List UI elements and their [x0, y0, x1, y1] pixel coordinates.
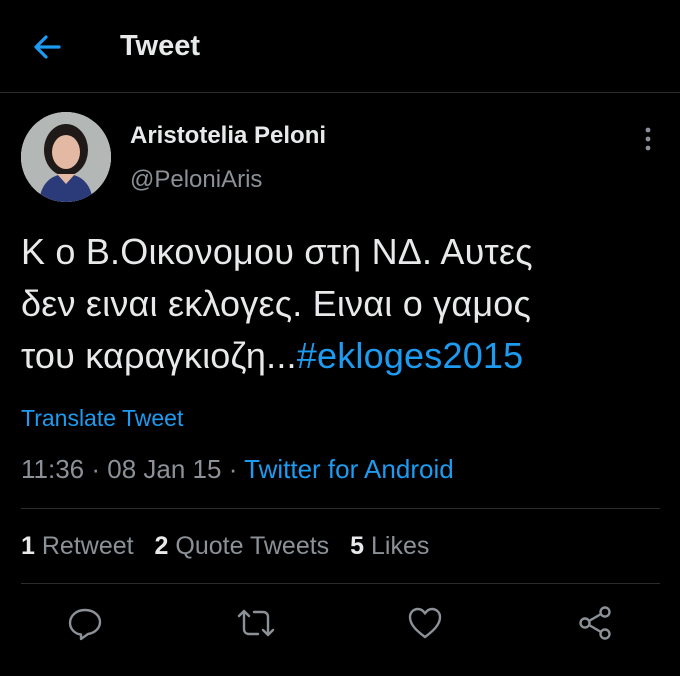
- author-handle[interactable]: @PeloniAris: [130, 166, 262, 194]
- quote-tweets-count[interactable]: 2 Quote Tweets: [155, 532, 330, 560]
- meta-separator: ·: [228, 454, 245, 484]
- retweet-icon: [237, 609, 275, 637]
- avatar[interactable]: [21, 112, 111, 202]
- more-options-button[interactable]: [636, 124, 660, 154]
- tweet-text-line: του καραγκιοζη...: [21, 335, 297, 376]
- divider: [21, 508, 660, 509]
- share-icon: [579, 606, 611, 640]
- tweet-text: Κ ο Β.Οικονομου στη ΝΔ. Αυτες δεν ειναι …: [21, 226, 661, 382]
- tweet-date: 08 Jan 15: [107, 454, 222, 484]
- more-vertical-icon: [645, 127, 651, 151]
- avatar-photo: [21, 112, 111, 202]
- author-name[interactable]: Aristotelia Peloni: [130, 122, 326, 150]
- page-title: Tweet: [120, 30, 201, 62]
- back-button[interactable]: [30, 30, 64, 64]
- like-button[interactable]: [405, 603, 445, 643]
- reply-icon: [68, 608, 102, 641]
- translate-tweet-link[interactable]: Translate Tweet: [21, 405, 183, 432]
- tweet-text-line: Κ ο Β.Οικονομου στη ΝΔ. Αυτες: [21, 231, 533, 272]
- retweet-count[interactable]: 1 Retweet: [21, 532, 134, 560]
- likes-count[interactable]: 5 Likes: [350, 532, 429, 560]
- tweet-text-line: δεν ειναι εκλογες. Ειναι ο γαμος: [21, 283, 532, 324]
- header-divider: [0, 92, 680, 93]
- tweet-source-link[interactable]: Twitter for Android: [244, 454, 454, 484]
- retweet-button[interactable]: [236, 603, 276, 643]
- tweet-stats: 1 Retweet 2 Quote Tweets 5 Likes: [21, 532, 443, 561]
- arrow-left-icon: [34, 35, 61, 59]
- tweet-meta: 11:36 · 08 Jan 15 · Twitter for Android: [21, 454, 454, 485]
- meta-separator: ·: [91, 454, 108, 484]
- like-icon: [408, 607, 442, 639]
- divider: [21, 583, 660, 584]
- reply-button[interactable]: [65, 603, 105, 643]
- top-bar: Tweet: [0, 0, 680, 92]
- share-button[interactable]: [575, 603, 615, 643]
- hashtag-link[interactable]: #ekloges2015: [297, 335, 524, 376]
- tweet-time: 11:36: [21, 454, 85, 484]
